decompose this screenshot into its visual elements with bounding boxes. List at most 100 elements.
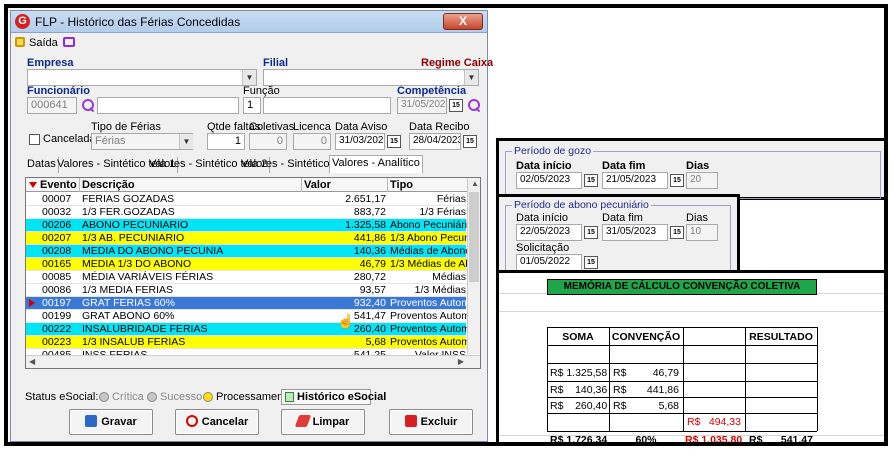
title-bar[interactable]: G FLP - Histórico das Férias Concedidas … [11, 11, 487, 33]
table-row[interactable]: 00007 FERIAS GOZADAS 2.651,17 Férias [26, 193, 466, 206]
resultado-header: RESULTADO [749, 331, 813, 343]
chevron-down-icon[interactable]: ▼ [242, 70, 256, 85]
cell-tipo: Proventos Automátic [390, 323, 468, 335]
calendar-icon[interactable]: 15 [449, 99, 463, 112]
funcionario-name-input[interactable] [97, 97, 239, 114]
cell-descricao: 1/3 INSALUB FERIAS [82, 336, 186, 348]
abono-inicio-input[interactable]: 22/05/2023 [516, 224, 582, 241]
screenshot-frame: G FLP - Histórico das Férias Concedidas … [4, 4, 888, 446]
data-recibo-input[interactable]: 28/04/2023 [409, 133, 461, 150]
funcionario-input[interactable]: 000641 [27, 97, 77, 114]
calendar-icon[interactable]: 15 [463, 135, 477, 148]
data-aviso-input[interactable]: 31/03/2023 [335, 133, 385, 150]
close-button[interactable]: X [443, 13, 483, 30]
empresa-select[interactable]: ▼ [27, 69, 257, 86]
cell-descricao: 1/3 FER.GOZADAS [82, 206, 175, 218]
tab-analitico[interactable]: Valores - Analítico [329, 155, 423, 173]
solicitacao-input[interactable]: 01/05/2022 [516, 254, 582, 271]
row-pointer-icon [29, 299, 35, 307]
lock-icon[interactable] [15, 37, 25, 47]
calendar-icon[interactable]: 15 [584, 256, 598, 269]
calendar-icon[interactable]: 15 [670, 226, 684, 239]
convencao-header: CONVENÇÃO [611, 331, 681, 343]
gozo-inicio-input[interactable]: 02/05/2023 [516, 172, 582, 189]
sucesso-label: Sucesso [160, 391, 203, 403]
events-table: Evento Descrição Valor Tipo 00007 FERIAS … [25, 177, 481, 369]
search-icon[interactable] [467, 98, 481, 112]
table-row[interactable]: 00197 GRAT FERIAS 60% 932,40 Proventos Auto… [26, 297, 468, 310]
limpar-label: Limpar [312, 416, 350, 428]
gozo-dias-input[interactable]: 20 [686, 172, 718, 189]
search-icon[interactable] [81, 98, 95, 112]
chevron-down-icon[interactable]: ▼ [179, 134, 193, 149]
funcao-name-input[interactable] [263, 97, 391, 114]
table-row[interactable]: 00199GRAT ABONO 60%541,47Proventos Autom… [26, 310, 468, 323]
cell-descricao: ABONO PECUNIARIO [82, 219, 189, 231]
qtde-faltas-input[interactable]: 1 [207, 133, 245, 150]
table-row[interactable]: 00208 MEDIA DO ABONO PECUNIA 140,36 Médias … [26, 245, 468, 258]
horizontal-scrollbar[interactable]: ◀ ▶ [26, 355, 480, 368]
cell-tipo: 1/3 Médias de Abono [390, 258, 468, 270]
abono-dias-input[interactable]: 10 [686, 224, 718, 241]
header-tipo[interactable]: Tipo [388, 178, 468, 192]
cell-evento: 00199 [42, 310, 72, 322]
table-row[interactable]: 00032 1/3 FER.GOZADAS 883,72 1/3 Férias [26, 206, 466, 219]
cell-evento: 00165 [42, 258, 72, 270]
table-border [547, 363, 817, 364]
calendar-icon[interactable]: 15 [584, 174, 598, 187]
table-row[interactable]: 00222 INSALUBRIDADE FERIAS 260,40 Proventos… [26, 323, 468, 336]
calendar-icon[interactable]: 15 [584, 226, 598, 239]
sheet-cell: 441,86 [646, 384, 679, 396]
excluir-button[interactable]: Excluir [389, 409, 473, 435]
cell-valor: 280,72 [353, 271, 386, 283]
message-icon[interactable] [63, 37, 75, 47]
cell-tipo: 1/3 Médias [414, 284, 466, 296]
cell-tipo: Médias [432, 271, 466, 283]
cell-descricao: GRAT ABONO 60% [82, 310, 175, 322]
scroll-up-icon[interactable]: ▲ [471, 179, 479, 188]
exit-label[interactable]: Saída [29, 37, 58, 49]
gravar-button[interactable]: Gravar [69, 409, 153, 435]
scroll-thumb[interactable] [469, 192, 479, 282]
sheet-cell: R$ [613, 367, 627, 379]
status-label: Status eSocial: [25, 391, 99, 403]
table-border [547, 381, 817, 382]
cell-valor: 1.325,58 [345, 219, 386, 231]
periodo-abono-group: Período de abono pecuniário Data início … [505, 199, 731, 271]
cancelada-checkbox[interactable] [29, 134, 40, 145]
tipo-ferias-select[interactable]: Férias [91, 133, 193, 150]
cell-valor: 140,36 [353, 245, 386, 257]
tab-datas[interactable]: Datas [25, 157, 59, 173]
gozo-fim-input[interactable]: 21/05/2023 [602, 172, 668, 189]
filial-select[interactable]: ▼ [263, 69, 479, 86]
cell-evento: 00208 [42, 245, 72, 257]
cancelar-button[interactable]: Cancelar [175, 409, 259, 435]
soma-header: SOMA [562, 331, 594, 343]
sheet-total-currency: R$ [749, 434, 763, 446]
header-evento[interactable]: Evento [38, 178, 80, 192]
cell-evento: 00222 [42, 323, 72, 335]
main-window: G FLP - Histórico das Férias Concedidas … [10, 10, 493, 442]
cell-descricao: MEDIA 1/3 DO ABONO [82, 258, 192, 270]
scroll-right-icon[interactable]: ▶ [458, 357, 464, 366]
coletivas-input[interactable]: 0 [249, 133, 287, 150]
table-row[interactable]: 00207 1/3 AB. PECUNIARIO 441,86 1/3 Abono P… [26, 232, 468, 245]
calendar-icon[interactable]: 15 [670, 174, 684, 187]
vertical-scrollbar[interactable]: ▲ [467, 178, 480, 354]
abono-fim-input[interactable]: 31/05/2023 [602, 224, 668, 241]
header-descricao[interactable]: Descrição [80, 178, 302, 192]
limpar-button[interactable]: Limpar [281, 409, 365, 435]
table-row[interactable]: 00223 1/3 INSALUB FERIAS 5,68 Proventos Aut… [26, 336, 468, 349]
competencia-input[interactable]: 31/05/2023 [397, 97, 447, 114]
table-row[interactable]: 00165 MEDIA 1/3 DO ABONO 46,79 1/3 Médias d… [26, 258, 468, 271]
calendar-icon[interactable]: 15 [387, 135, 401, 148]
licenca-input[interactable]: 0 [293, 133, 331, 150]
header-valor[interactable]: Valor [302, 178, 388, 192]
cell-evento: 00207 [42, 232, 72, 244]
table-row[interactable]: 00206 ABONO PECUNIARIO 1.325,58 Abono Pecun… [26, 219, 468, 232]
scroll-left-icon[interactable]: ◀ [29, 357, 35, 366]
chevron-down-icon[interactable]: ▼ [464, 70, 478, 85]
table-row[interactable]: 00086 1/3 MEDIA FERIAS 93,57 1/3 Médias [26, 284, 466, 297]
funcao-input[interactable]: 1 [243, 97, 261, 114]
table-row[interactable]: 00085 MÉDIA VARIÁVEIS FÉRIAS 280,72 Médias [26, 271, 466, 284]
